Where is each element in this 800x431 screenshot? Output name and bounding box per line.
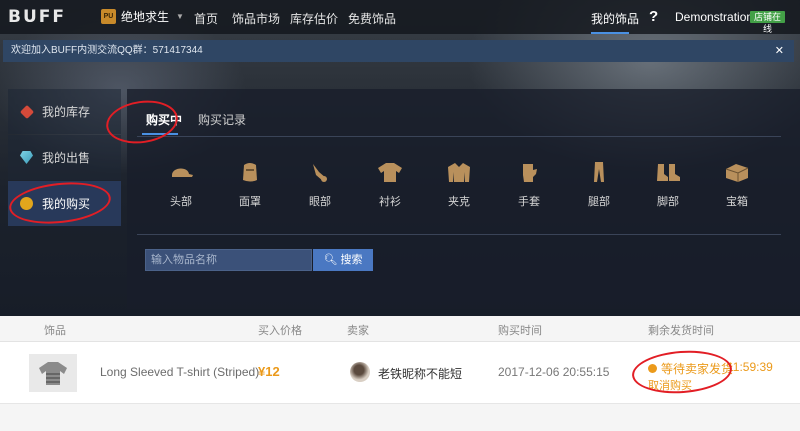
purchase-panel: 购买中 购买记录 头部 面罩 眼部 衬衫 夹克 手套 腿部 脚部 宝箱 输入物品… (127, 89, 800, 309)
crate-icon (725, 164, 749, 182)
category-label: 眼部 (309, 196, 331, 208)
nav-home[interactable]: 首页 (194, 10, 218, 27)
nav-my-items[interactable]: 我的饰品 (591, 10, 639, 27)
game-name: 绝地求生 (121, 10, 170, 24)
search-input[interactable]: 输入物品名称 (145, 249, 312, 271)
help-icon[interactable]: ? (649, 8, 658, 25)
boots-icon (657, 164, 680, 181)
category-label: 头部 (170, 196, 192, 208)
buff-logo[interactable]: BUFF (8, 7, 66, 27)
nav-market[interactable]: 饰品市场 (232, 10, 280, 27)
purchase-time: 2017-12-06 20:55:15 (498, 365, 610, 379)
top-nav: BUFF PU 绝地求生 ▼ 首页 饰品市场 库存估价 免费饰品 我的饰品 ? … (0, 0, 800, 34)
divider (137, 234, 781, 235)
category-mask[interactable]: 面罩 (225, 161, 275, 209)
notice-text: 欢迎加入BUFF内测交流QQ群：571417344 (11, 45, 203, 56)
diamond-icon (20, 151, 33, 164)
category-head[interactable]: 头部 (156, 161, 206, 209)
header-item: 饰品 (44, 325, 66, 337)
item-price: ¥12 (258, 364, 280, 379)
shirt-icon (39, 362, 67, 385)
item-name[interactable]: Long Sleeved T-shirt (Striped) (100, 365, 259, 379)
category-label: 手套 (518, 196, 540, 208)
sidebar-item-my-sales[interactable]: 我的出售 (8, 135, 121, 180)
nav-valuation[interactable]: 库存估价 (290, 10, 338, 27)
glove-icon (523, 164, 537, 182)
nav-free-items[interactable]: 免费饰品 (348, 10, 396, 27)
category-label: 腿部 (588, 196, 610, 208)
category-label: 面罩 (239, 196, 261, 208)
avatar[interactable] (350, 362, 370, 382)
cap-icon (172, 168, 193, 177)
chevron-down-icon: ▼ (176, 12, 184, 21)
category-crate[interactable]: 宝箱 (712, 161, 762, 209)
category-legs[interactable]: 腿部 (574, 161, 624, 209)
notice-bar: 欢迎加入BUFF内测交流QQ群：571417344 ✕ (3, 40, 794, 62)
category-label: 脚部 (657, 196, 679, 208)
pants-icon (594, 162, 604, 182)
sidebar-item-label: 我的库存 (42, 105, 91, 119)
jacket-icon (448, 163, 470, 182)
sidebar-item-label: 我的出售 (42, 151, 91, 165)
active-nav-underline (591, 32, 629, 34)
header-remaining: 剩余发货时间 (648, 325, 714, 337)
category-gloves[interactable]: 手套 (504, 161, 554, 209)
shirt-icon (378, 163, 402, 182)
item-thumbnail[interactable] (29, 354, 77, 392)
store-status-badge[interactable]: 店铺在线 (750, 11, 785, 34)
category-shirt[interactable]: 衬衫 (365, 161, 415, 209)
search-button[interactable]: 🔍︎ 搜索 (313, 249, 373, 271)
search-button-label: 搜索 (340, 254, 363, 266)
category-feet[interactable]: 脚部 (643, 161, 693, 209)
header-time: 购买时间 (498, 325, 542, 337)
header-seller: 卖家 (347, 325, 369, 337)
search-icon: 🔍︎ (323, 254, 338, 266)
tab-purchase-history[interactable]: 购买记录 (198, 111, 246, 128)
glasses-icon (313, 164, 327, 182)
pubg-game-icon: PU (101, 9, 116, 24)
table-header: 饰品 买入价格 卖家 购买时间 剩余发货时间 (0, 316, 800, 342)
category-label: 宝箱 (726, 196, 748, 208)
heart-gem-icon (19, 104, 35, 119)
close-icon[interactable]: ✕ (775, 40, 784, 62)
category-eyes[interactable]: 眼部 (295, 161, 345, 209)
sidebar-item-my-inventory[interactable]: 我的库存 (8, 89, 121, 134)
category-jacket[interactable]: 夹克 (434, 161, 484, 209)
header-price: 买入价格 (258, 325, 302, 337)
divider (137, 136, 781, 137)
mask-icon (243, 163, 257, 182)
username[interactable]: Demonstration (675, 10, 753, 24)
seller-name[interactable]: 老铁昵称不能短 (378, 365, 462, 382)
category-label: 衬衫 (379, 196, 401, 208)
remaining-time: 11:59:39 (727, 360, 773, 374)
category-label: 夹克 (448, 196, 470, 208)
game-selector[interactable]: PU 绝地求生 ▼ (101, 8, 184, 25)
